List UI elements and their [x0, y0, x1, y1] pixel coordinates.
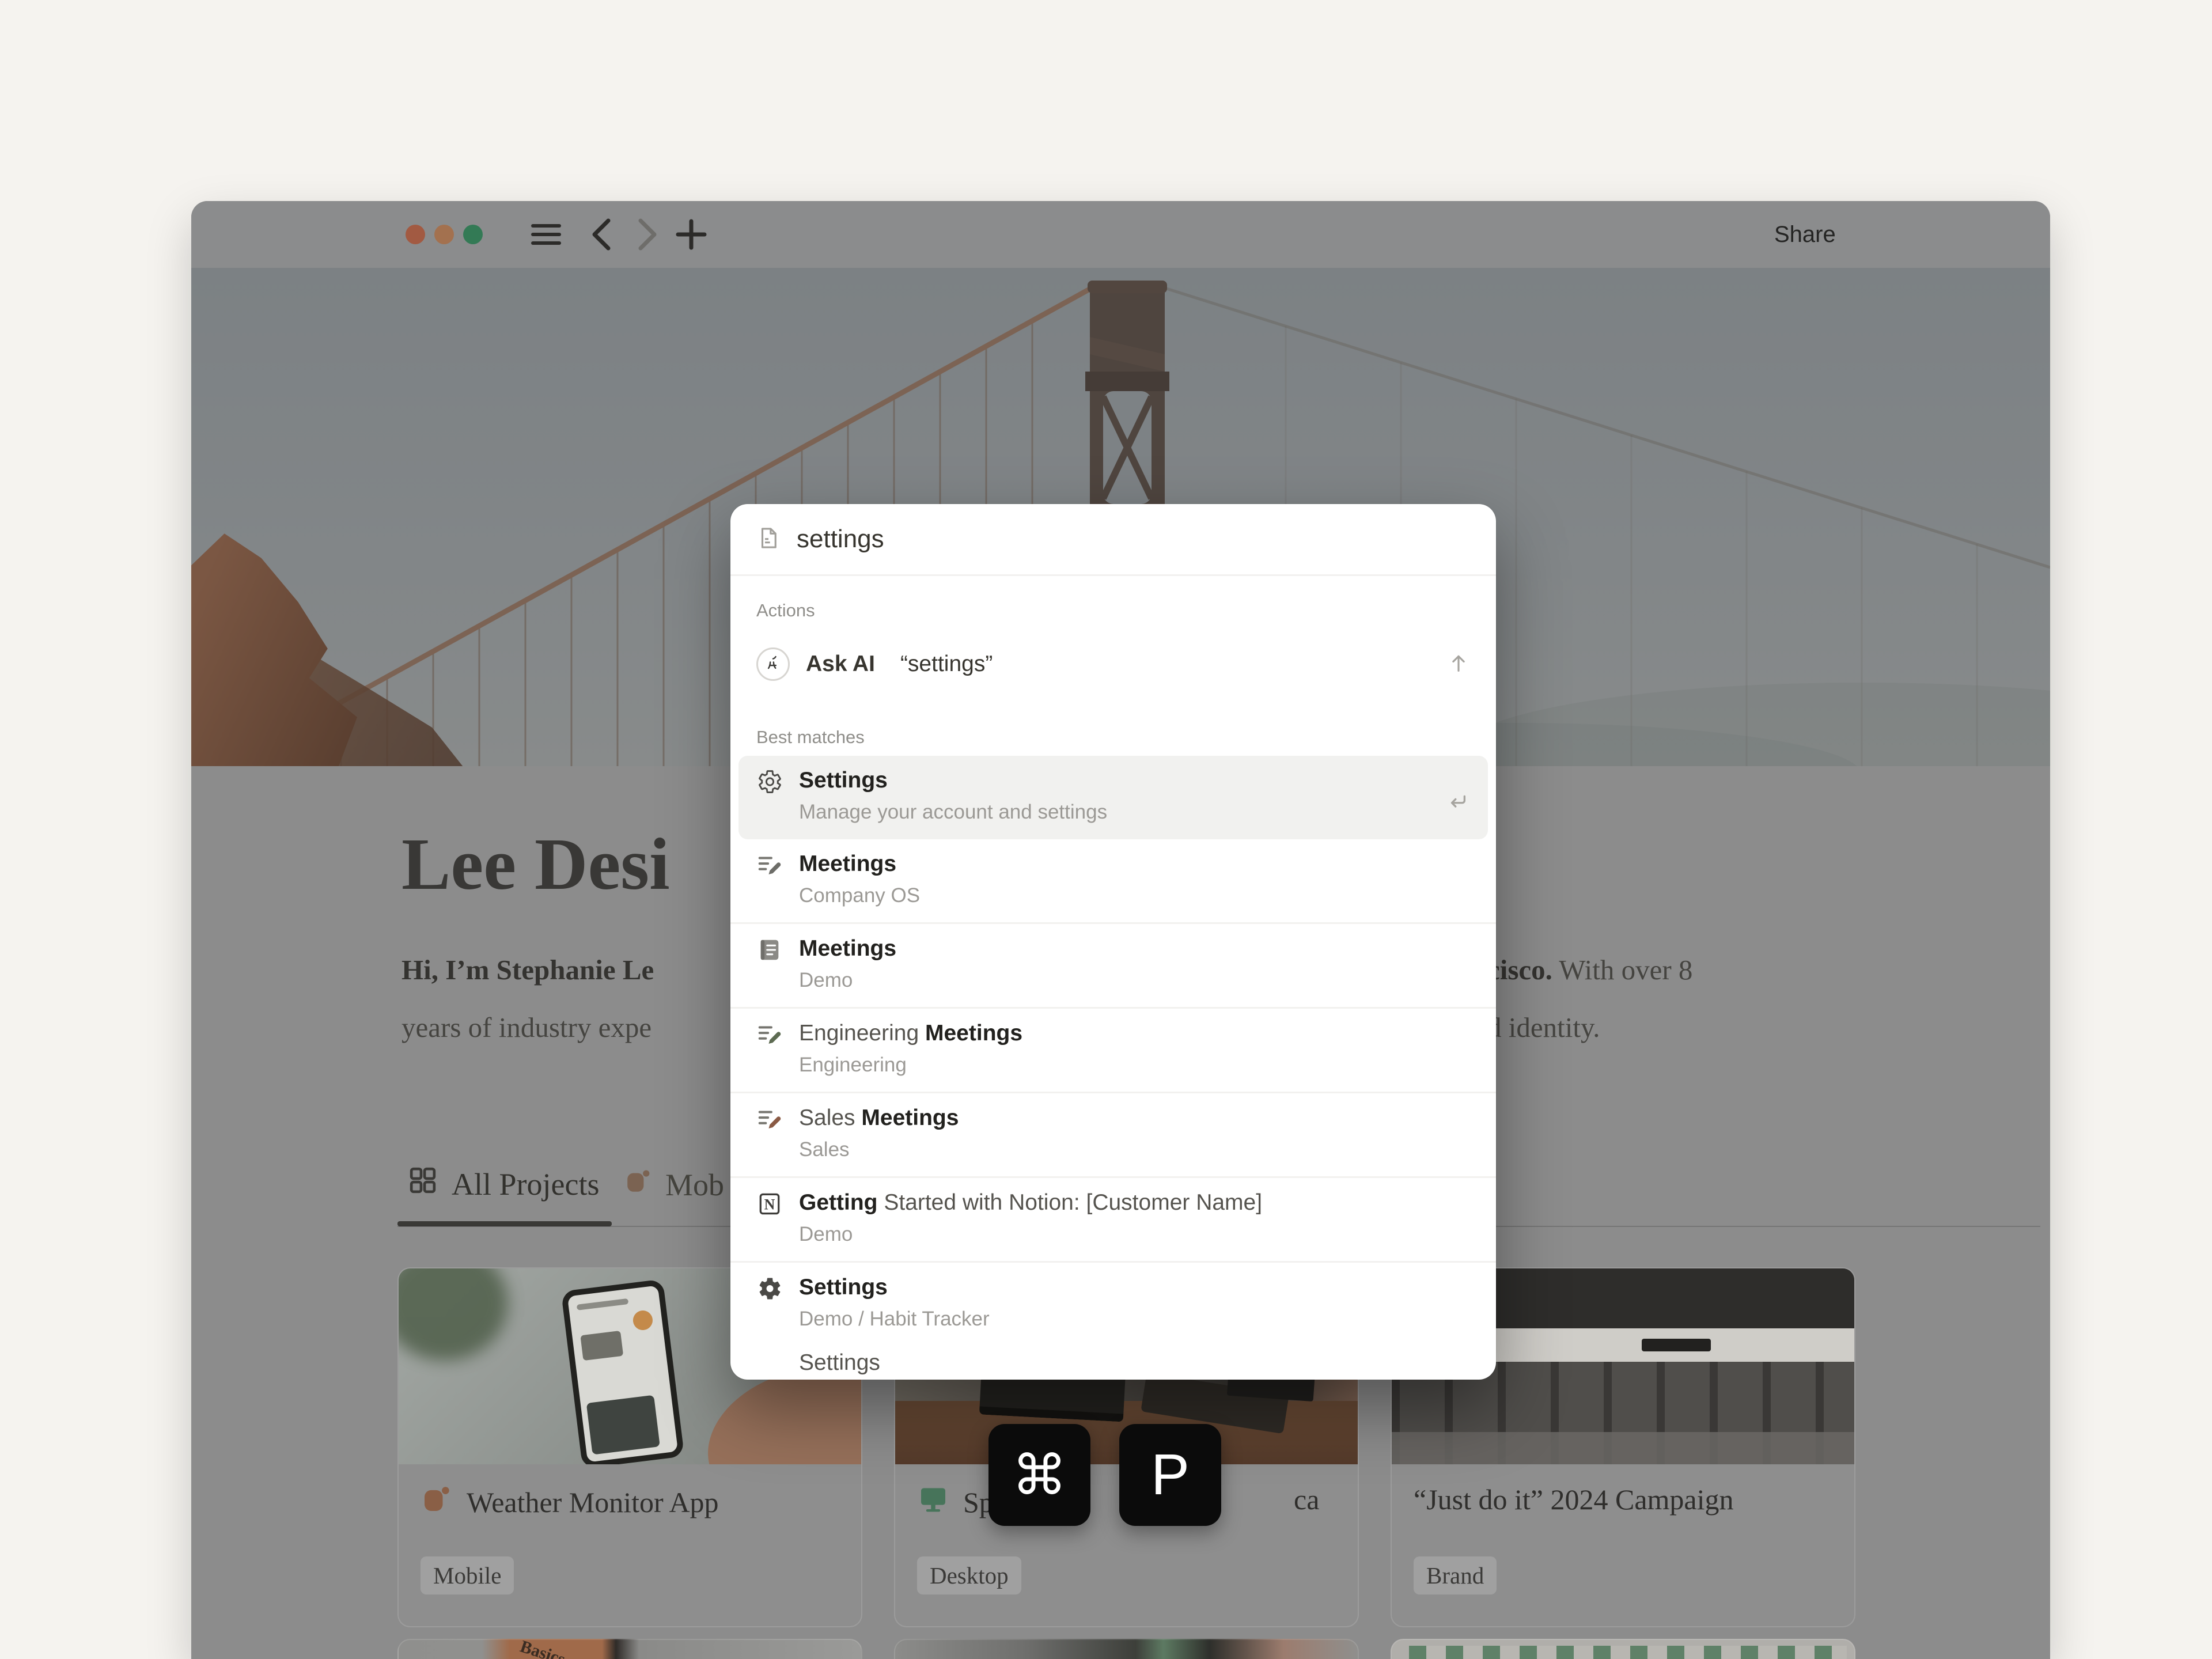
intro-bold-left: Hi, I’m Stephanie Le — [402, 954, 654, 986]
ask-ai-query: “settings” — [900, 652, 993, 677]
tab-label: Mob — [665, 1167, 724, 1203]
card-title-fragment: ca — [1294, 1483, 1319, 1516]
result-title: Engineering Meetings — [799, 1020, 1022, 1047]
card-title-text: “Just do it” 2024 Campaign — [1414, 1483, 1734, 1516]
card-title-text: Weather Monitor App — [467, 1486, 719, 1519]
notion-ai-face-icon — [756, 647, 790, 681]
monitor-icon — [917, 1483, 949, 1522]
window-titlebar: Share — [191, 201, 2050, 268]
forward-icon[interactable] — [630, 217, 665, 252]
intro-paragraph-right: cisco. With over 8 d identity. — [1487, 941, 1692, 1056]
share-button[interactable]: Share — [1774, 218, 1836, 251]
document-icon — [756, 526, 781, 553]
search-row — [730, 504, 1496, 574]
poster-text: Basics — [518, 1639, 568, 1659]
divider — [730, 574, 1496, 576]
arrow-up-icon — [1447, 652, 1470, 677]
result-title: Settings — [799, 1274, 990, 1301]
close-window-button[interactable] — [406, 225, 425, 244]
result-title: Meetings — [799, 935, 896, 962]
result-subtitle: Demo — [799, 969, 896, 992]
search-result-row[interactable]: Sales Meetings Sales — [730, 1093, 1496, 1176]
tag-chip: Desktop — [917, 1556, 1021, 1594]
search-result-row[interactable]: Settings Manage your account and settings — [738, 756, 1488, 839]
tab-label: All Projects — [452, 1166, 599, 1202]
search-result-row[interactable]: Settings Demo / Habit Tracker — [730, 1263, 1496, 1346]
result-subtitle: Demo / Habit Tracker — [799, 1308, 990, 1331]
result-title: Getting Started with Notion: [Customer N… — [799, 1190, 1262, 1216]
intro-paragraph-left: Hi, I’m Stephanie Le years of industry e… — [402, 941, 654, 1056]
zoom-window-button[interactable] — [463, 225, 483, 244]
search-modal: Actions Ask AI “settings” Best matches S… — [730, 504, 1496, 1380]
app-blob-icon — [421, 1483, 453, 1522]
intro-regular-left: years of industry expe — [402, 1012, 652, 1043]
page-title: Lee Desi — [402, 821, 670, 907]
intro-regular-right: With over 8 — [1552, 954, 1692, 986]
ask-ai-action[interactable]: Ask AI “settings” — [730, 629, 1496, 699]
project-card-partial[interactable] — [1391, 1639, 1855, 1659]
project-card-partial[interactable]: Basics — [397, 1639, 862, 1659]
meeting-notes-brown-icon — [756, 1106, 783, 1132]
project-card-partial[interactable] — [894, 1639, 1359, 1659]
result-subtitle: Manage your account and settings — [799, 801, 1107, 824]
tab-mobile[interactable]: Mob — [624, 1166, 724, 1203]
section-label-actions: Actions — [756, 600, 1470, 621]
meeting-notes-icon — [756, 852, 783, 878]
result-title: Meetings — [799, 851, 920, 877]
result-subtitle: Sales — [799, 1138, 959, 1161]
search-results-list: Settings Manage your account and settings… — [730, 756, 1496, 1346]
new-page-icon[interactable] — [674, 217, 709, 252]
keycap-command: ⌘ — [988, 1424, 1090, 1526]
result-title: Settings — [799, 767, 1107, 794]
tag-chip: Brand — [1414, 1556, 1497, 1594]
journal-icon — [756, 937, 783, 963]
ask-ai-label: Ask AI — [806, 652, 875, 677]
grid-icon — [407, 1164, 439, 1204]
result-subtitle: Engineering — [799, 1054, 1022, 1077]
meeting-notes-olive-icon — [756, 1021, 783, 1048]
result-subtitle: Company OS — [799, 884, 920, 907]
search-result-row[interactable]: Engineering Meetings Engineering — [730, 1009, 1496, 1092]
search-result-row[interactable]: Meetings Company OS — [730, 839, 1496, 922]
search-result-row[interactable]: N Getting Started with Notion: [Customer … — [730, 1178, 1496, 1261]
result-title: Sales Meetings — [799, 1105, 959, 1131]
return-icon — [1446, 790, 1470, 817]
keycap-p: P — [1119, 1424, 1221, 1526]
intro-bold-right: cisco. — [1487, 954, 1552, 986]
section-label-best-matches: Best matches — [756, 727, 1470, 748]
intro-regular-right2: d identity. — [1487, 1012, 1600, 1043]
gear-sprocket-icon — [756, 1275, 783, 1302]
svg-text:N: N — [764, 1196, 775, 1213]
back-icon[interactable] — [584, 217, 619, 252]
tag-chip: Mobile — [421, 1556, 514, 1594]
app-blob-icon — [624, 1166, 653, 1203]
result-subtitle: Demo — [799, 1223, 1262, 1246]
gear-icon — [756, 768, 783, 795]
tab-all-projects[interactable]: All Projects — [407, 1164, 599, 1204]
sidebar-menu-icon[interactable] — [529, 217, 563, 252]
notion-logo-icon: N — [756, 1191, 783, 1217]
search-input[interactable] — [797, 525, 1470, 554]
minimize-window-button[interactable] — [434, 225, 454, 244]
screen: Share — [0, 0, 2212, 1659]
search-result-row[interactable]: Meetings Demo — [730, 924, 1496, 1007]
partial-result-title: Settings — [799, 1350, 1470, 1376]
